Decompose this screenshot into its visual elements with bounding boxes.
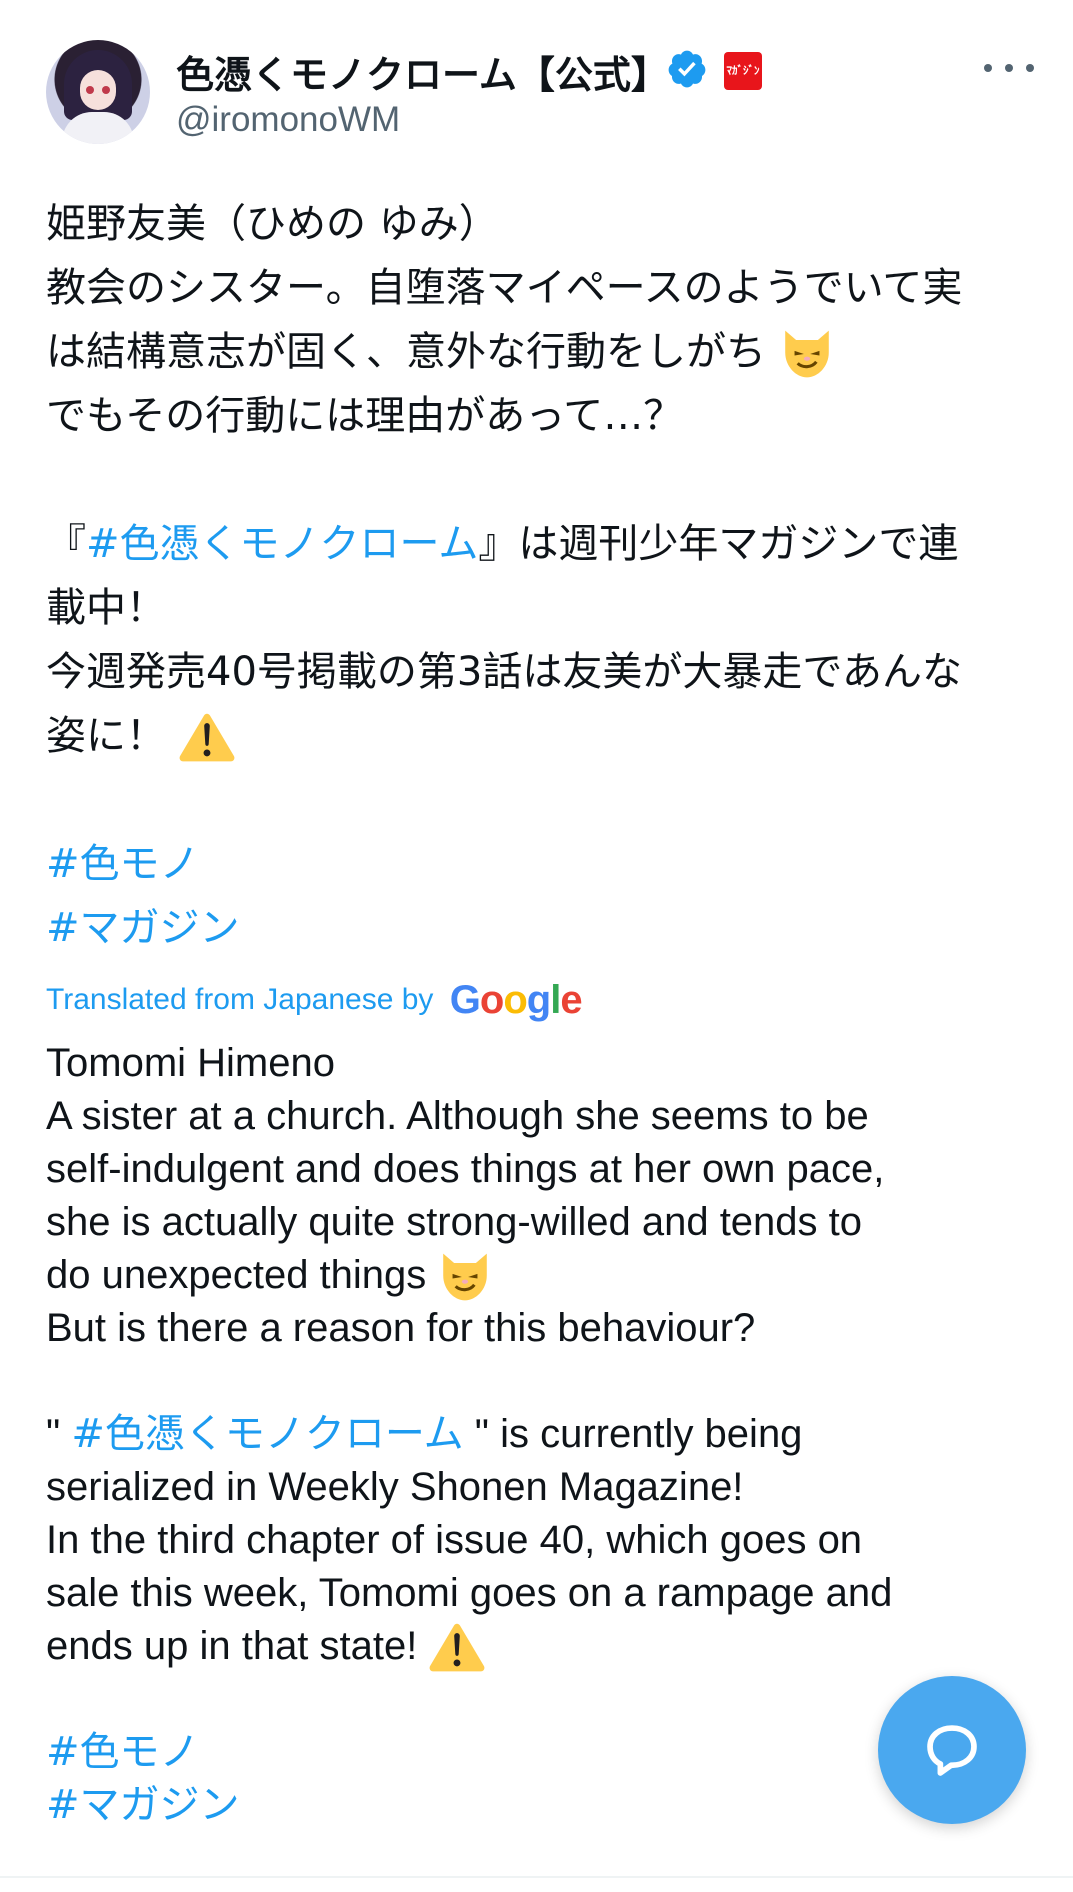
google-letter: o: [503, 978, 527, 1022]
tweet-text: 』は週刊少年マガジンで連: [478, 521, 959, 567]
smirk-cat-emoji: [784, 330, 829, 378]
google-letter: o: [479, 978, 504, 1022]
reply-compose-icon: [927, 1725, 977, 1776]
hashtag-link[interactable]: #色憑くモノクローム: [71, 1411, 463, 1457]
tweet-text-line: 『#色憑くモノクローム』は週刊少年マガジンで連: [46, 512, 1046, 576]
tweet-header: 色憑くモノクローム【公式】 ﾏｶﾞｼﾞﾝ @iromonoWM: [0, 0, 1073, 160]
translation-line: In the third chapter of issue 40, which …: [46, 1518, 863, 1562]
smirk-cat-emoji: [443, 1254, 488, 1301]
tweet-text-line: 教会のシスター。自堕落マイペースのようでいて実: [46, 265, 963, 311]
author-display-name[interactable]: 色憑くモノクローム【公式】: [176, 44, 669, 99]
translation-line: Tomomi Himeno: [46, 1041, 335, 1085]
warning-emoji: [179, 713, 235, 762]
reply-compose-button[interactable]: [878, 1676, 1026, 1824]
tweet-text-line: 載中！: [46, 585, 166, 631]
more-options-icon[interactable]: [984, 52, 1034, 84]
translation-text: " is currently being: [463, 1412, 803, 1456]
hashtag-link[interactable]: #色憑くモノクローム: [86, 521, 478, 567]
translation-text: ends up in that state!: [46, 1624, 418, 1668]
hashtag-link[interactable]: #色モノ: [46, 832, 1046, 896]
translation-line: ends up in that state!: [46, 1620, 1046, 1676]
avatar-eye: [102, 86, 110, 94]
divider: [0, 1876, 1073, 1878]
translation-line: " #色憑くモノクローム " is currently being: [46, 1408, 1046, 1461]
tweet-text: 姿に！: [46, 713, 166, 759]
translation-line: sale this week, Tomomi goes on a rampage…: [46, 1571, 893, 1615]
translation-line: serialized in Weekly Shonen Magazine!: [46, 1465, 744, 1509]
translation-line: self-indulgent and does things at her ow…: [46, 1147, 885, 1191]
author-avatar[interactable]: [46, 40, 150, 144]
translated-label-text: Translated from Japanese by: [46, 983, 434, 1016]
dot: [1026, 64, 1034, 72]
translation-line: she is actually quite strong-willed and …: [46, 1200, 863, 1244]
tweet-text-line: 姫野友美（ひめの ゆみ）: [46, 201, 499, 247]
avatar-eye: [86, 86, 94, 94]
translation-line: But is there a reason for this behaviour…: [46, 1306, 756, 1350]
hashtag-link[interactable]: #マガジン: [46, 896, 1046, 960]
google-logo: Google: [449, 978, 583, 1022]
translation-line: A sister at a church. Although she seems…: [46, 1094, 869, 1138]
translation-text: ": [46, 1412, 72, 1456]
google-letter: l: [550, 978, 561, 1022]
translation-text: do unexpected things: [46, 1253, 427, 1297]
tweet-text-line: 今週発売40号掲載の第3話は友美が大暴走であんな: [46, 649, 962, 695]
tweet-text-line: でもその行動には理由があって…？: [46, 393, 684, 439]
translated-from-label[interactable]: Translated from Japanese by Google: [46, 978, 583, 1023]
tweet-text: は結構意志が固く、意外な行動をしがち: [46, 329, 766, 375]
tweet-text-line: は結構意志が固く、意外な行動をしがち: [46, 320, 1046, 384]
translation-line: do unexpected things: [46, 1249, 1046, 1305]
verified-badge-icon: [668, 50, 706, 88]
google-letter: G: [449, 978, 481, 1022]
warning-emoji: [429, 1624, 484, 1672]
dot: [984, 64, 992, 72]
dot: [1005, 64, 1013, 72]
google-letter: e: [560, 978, 582, 1022]
tweet-text-line: 姿に！: [46, 704, 1046, 768]
google-letter: g: [526, 978, 551, 1022]
tweet-text: 『: [46, 521, 86, 567]
magazine-badge: ﾏｶﾞｼﾞﾝ: [724, 52, 762, 90]
author-handle[interactable]: @iromonoWM: [176, 100, 400, 140]
